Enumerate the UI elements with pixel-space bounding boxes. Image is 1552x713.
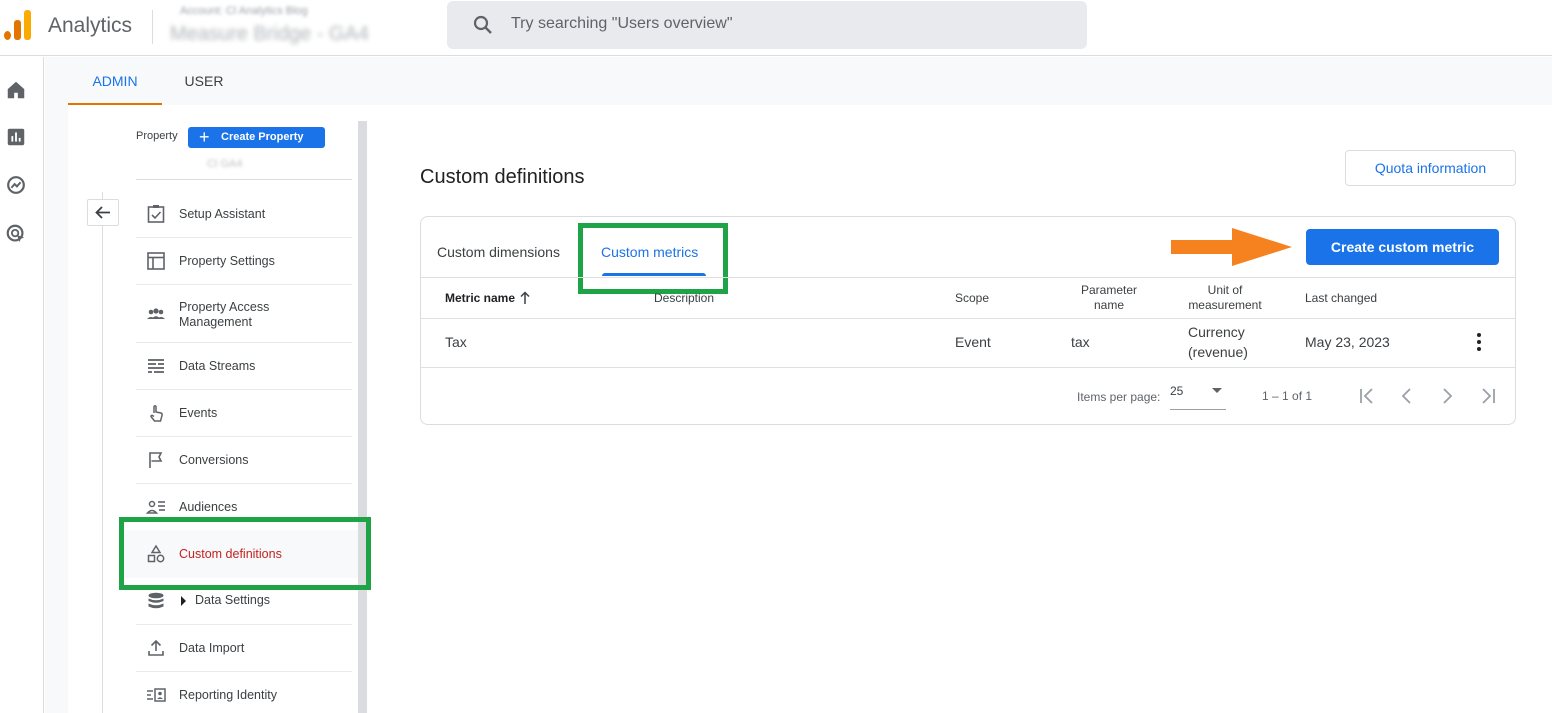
next-page-icon[interactable] <box>1436 385 1458 407</box>
account-name: Account: Cl Analytics Blog <box>180 5 308 17</box>
column-header-scope[interactable]: Scope <box>955 291 989 306</box>
more-vert-icon[interactable] <box>1472 332 1486 352</box>
nav-item-setup-assistant[interactable]: Setup Assistant <box>136 191 352 238</box>
arrow-back-icon <box>95 206 110 219</box>
database-icon <box>148 592 164 609</box>
people-icon <box>147 308 165 319</box>
property-name: Measure Bridge - GA4 <box>170 23 369 45</box>
column-label: Metric name <box>445 291 516 305</box>
search-input[interactable]: Try searching "Users overview" <box>511 15 733 33</box>
home-icon[interactable] <box>5 79 27 101</box>
row-divider <box>421 367 1515 368</box>
cell-parameter-name: tax <box>1071 334 1090 350</box>
nav-item-reporting-identity[interactable]: Reporting Identity <box>136 672 352 713</box>
plus-icon: + <box>199 127 210 147</box>
audience-icon <box>146 500 165 514</box>
arrow-right-icon <box>1171 228 1292 266</box>
table-top-divider <box>421 277 1515 278</box>
items-per-page-label: Items per page: <box>1077 390 1161 404</box>
nav-item-label: Events <box>179 406 218 420</box>
nav-item-label: Setup Assistant <box>179 207 266 221</box>
nav-item-data-streams[interactable]: Data Streams <box>136 343 352 390</box>
highlight-box-tab <box>578 223 728 294</box>
left-rail <box>0 57 44 713</box>
column-header-unit[interactable]: Unit of measurement <box>1183 283 1267 313</box>
nav-item-property-settings[interactable]: Property Settings <box>136 238 352 285</box>
nav-item-label: Data Streams <box>179 359 256 373</box>
identity-icon <box>147 688 166 702</box>
search-bar[interactable]: Try searching "Users overview" <box>447 1 1087 49</box>
nav-item-property-access[interactable]: Property Access Management <box>136 285 352 343</box>
page-title: Custom definitions <box>420 166 585 188</box>
cell-scope: Event <box>955 334 991 350</box>
property-label: Property <box>136 130 178 142</box>
dropdown-caret-icon[interactable] <box>1212 388 1222 393</box>
create-property-button[interactable]: + Create Property <box>188 127 325 148</box>
admin-tab-bar: ADMIN USER <box>45 57 1552 105</box>
nav-divider <box>136 179 352 180</box>
items-per-page-value: 25 <box>1170 384 1184 398</box>
header-divider <box>421 318 1515 319</box>
nav-scrollbar[interactable] <box>358 121 367 713</box>
tab-user[interactable]: USER <box>175 57 233 105</box>
nav-item-label: Property Settings <box>179 254 275 268</box>
tab-admin[interactable]: ADMIN <box>68 57 162 105</box>
sort-arrow-up-icon[interactable] <box>520 291 530 304</box>
nav-item-label: Property Access Management <box>179 300 270 329</box>
items-per-page-select[interactable]: 25 <box>1170 382 1226 410</box>
nav-item-label: Audiences <box>179 500 238 514</box>
cell-metric-name[interactable]: Tax <box>445 332 467 352</box>
nav-column-line <box>102 192 103 713</box>
create-custom-metric-button[interactable]: Create custom metric <box>1306 229 1499 265</box>
advertising-icon[interactable] <box>5 223 27 245</box>
column-header-last-changed[interactable]: Last changed <box>1305 291 1377 306</box>
nav-item-data-import[interactable]: Data Import <box>136 625 352 672</box>
streams-icon <box>148 359 164 373</box>
app-name: Analytics <box>48 14 133 37</box>
nav-item-label: Data Settings <box>195 593 271 607</box>
analytics-logo-icon[interactable] <box>4 8 32 40</box>
checklist-icon <box>147 205 165 223</box>
top-bar: Analytics Account: Cl Analytics Blog Mea… <box>0 0 1552 56</box>
upload-icon <box>148 639 164 656</box>
flag-icon <box>149 452 163 468</box>
nav-item-events[interactable]: Events <box>136 390 352 437</box>
previous-page-icon[interactable] <box>1396 385 1418 407</box>
caret-right-icon[interactable] <box>180 596 188 606</box>
last-page-icon[interactable] <box>1476 385 1498 407</box>
pagination-range: 1 – 1 of 1 <box>1262 389 1313 403</box>
create-property-label: Create Property <box>221 131 304 143</box>
nav-item-label: Conversions <box>179 453 249 467</box>
column-header-metric-name[interactable]: Metric name <box>445 291 530 306</box>
nav-gutter <box>45 105 68 713</box>
nav-item-label: Data Import <box>179 641 245 655</box>
column-header-parameter-name[interactable]: Parameter name <box>1070 283 1148 313</box>
tab-custom-dimensions[interactable]: Custom dimensions <box>437 244 560 260</box>
explore-icon[interactable] <box>5 174 27 196</box>
back-button[interactable] <box>87 199 119 226</box>
account-picker[interactable]: Account: Cl Analytics Blog Measure Bridg… <box>168 2 428 50</box>
search-icon <box>473 15 492 34</box>
reports-icon[interactable] <box>5 126 27 148</box>
header-divider <box>152 10 153 44</box>
nav-item-label: Reporting Identity <box>179 688 277 702</box>
property-selector[interactable]: Cl GA4 <box>207 158 242 170</box>
cell-unit: Currency (revenue) <box>1188 324 1248 360</box>
layout-icon <box>147 252 165 270</box>
first-page-icon[interactable] <box>1357 385 1379 407</box>
quota-information-button[interactable]: Quota information <box>1345 150 1516 186</box>
nav-item-conversions[interactable]: Conversions <box>136 437 352 484</box>
touch-icon <box>150 405 163 422</box>
column-header-description[interactable]: Description <box>654 291 714 306</box>
highlight-box-nav <box>119 517 371 590</box>
cell-last-changed: May 23, 2023 <box>1305 334 1390 350</box>
